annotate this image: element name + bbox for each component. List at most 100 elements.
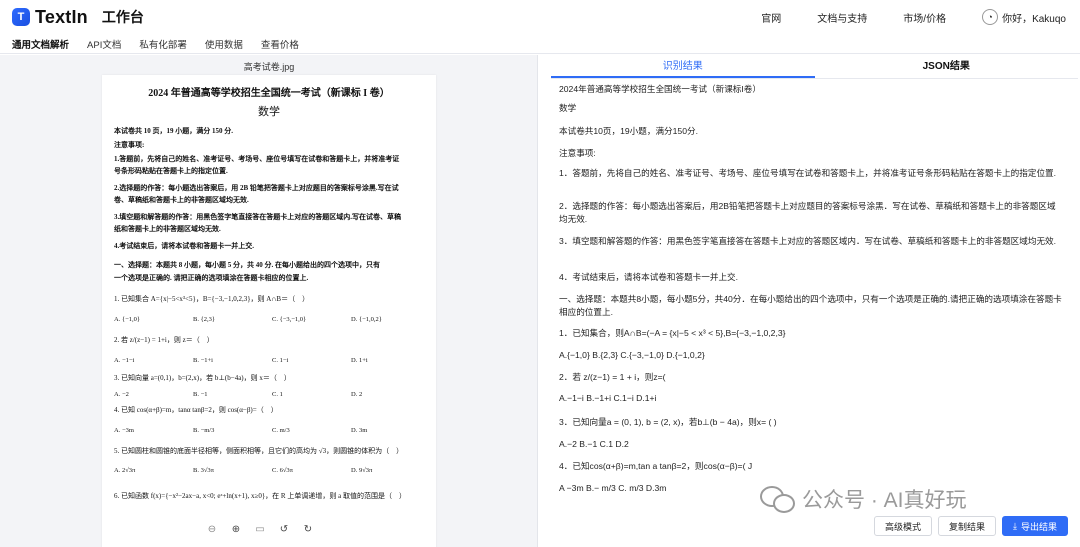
result-line: 3．已知向量a = (0, 1), b = (2, x)，若b⊥(b − 4a)… bbox=[559, 417, 777, 427]
doc-option: A. −3m bbox=[114, 427, 134, 434]
result-line: 注意事项: bbox=[559, 148, 596, 158]
zoom-out-icon[interactable]: ⊖ bbox=[205, 522, 219, 536]
rotate-right-icon[interactable]: ↻ bbox=[301, 522, 315, 536]
doc-question: 4. 已知 cos(α+β)=m，tanα tanβ=2，则 cos(α−β)=… bbox=[114, 406, 278, 414]
doc-option: A. 2√3π bbox=[114, 467, 136, 474]
result-line: A.−1−i B.−1+i C.1−i D.1+i bbox=[559, 393, 657, 403]
doc-line: 注意事项: bbox=[114, 141, 145, 149]
doc-option: A. {−1,0} bbox=[114, 316, 140, 323]
export-result-button[interactable]: ⤓ 导出结果 bbox=[1002, 516, 1068, 536]
doc-line: 纸和答题卡上的非答题区域均无效. bbox=[114, 225, 221, 233]
doc-subject: 数学 bbox=[258, 106, 280, 118]
doc-option: D. 2 bbox=[351, 391, 363, 398]
fit-page-icon[interactable]: ▭ bbox=[253, 522, 267, 536]
result-line: 本试卷共10页，19小题，满分150分. bbox=[559, 126, 698, 136]
result-tabs: 识别结果 JSON结果 bbox=[551, 55, 1078, 79]
nav-market-pricing[interactable]: 市场/价格 bbox=[903, 10, 946, 25]
doc-options: A. {−1,0} B. {2,3} C. {−3,−1,0} D. {−1,0… bbox=[114, 316, 432, 323]
doc-option: A. −1−i bbox=[114, 357, 135, 364]
export-result-label: 导出结果 bbox=[1020, 521, 1057, 532]
document-page: 2024 年普通高等学校招生全国统一考试（新课标 I 卷） 数学 本试卷共 10… bbox=[102, 75, 436, 547]
doc-line: 卷、草稿纸和答题卡上的非答题区域均无效. bbox=[114, 196, 249, 204]
doc-question: 6. 已知函数 f(x)={−x²−2ax−a, x<0; eˣ+ln(x+1)… bbox=[114, 492, 406, 500]
download-icon: ⤓ bbox=[1013, 520, 1017, 531]
doc-option: D. 9√3π bbox=[351, 467, 373, 474]
doc-option: D. 3m bbox=[351, 427, 368, 434]
doc-option: C. 6√3π bbox=[272, 467, 293, 474]
doc-option: B. −1+i bbox=[193, 357, 213, 364]
result-line: A.{−1,0} B.{2,3} C.{−3,−1,0} D.{−1,0,2} bbox=[559, 350, 705, 360]
doc-line: 一个选项是正确的. 请把正确的选项填涂在答题卡相应的位置上. bbox=[114, 274, 309, 282]
nav-official-site[interactable]: 官网 bbox=[761, 10, 781, 25]
doc-options: A. −2 B. −1 C. 1 D. 2 bbox=[114, 391, 432, 398]
avatar: ◔ bbox=[982, 9, 999, 25]
logo-text: TextIn bbox=[35, 6, 88, 27]
nav-docs-support[interactable]: 文档与支持 bbox=[817, 10, 867, 25]
subnav-private-deploy[interactable]: 私有化部署 bbox=[139, 37, 187, 51]
doc-option: B. 3√3π bbox=[193, 467, 214, 474]
doc-question: 2. 若 z/(z−1) = 1+i，则 z＝（ ） bbox=[114, 336, 214, 344]
watermark: 公众号 · AI真好玩 bbox=[760, 484, 967, 514]
doc-option: D. {−1,0,2} bbox=[351, 316, 382, 323]
result-line: 4．已知cos(α+β)=m,tan a tanβ=2，则cos(α−β)=( … bbox=[559, 461, 753, 471]
doc-question: 3. 已知向量 a=(0,1)，b=(2,x)，若 b⊥(b−4a)，则 x＝（… bbox=[114, 374, 291, 382]
doc-option: D. 1+i bbox=[351, 357, 368, 364]
user-greeting: 你好，Kakuqo bbox=[1002, 13, 1066, 25]
result-line: 3．填空题和解答题的作答：用黑色签字笔直接答在答题卡上对应的答题区域内．写在试卷… bbox=[559, 236, 1057, 246]
advanced-mode-button[interactable]: 高级模式 bbox=[873, 516, 932, 536]
result-line: 2024年普通高等学校招生全国统一考试（新课标I卷） bbox=[559, 84, 761, 94]
rotate-left-icon[interactable]: ↺ bbox=[277, 522, 291, 536]
doc-option: C. m/3 bbox=[272, 427, 290, 434]
doc-line: 本试卷共 10 页，19 小题，满分 150 分. bbox=[114, 127, 233, 135]
file-name: 高考试卷.jpg bbox=[243, 62, 295, 72]
doc-title: 2024 年普通高等学校招生全国统一考试（新课标 I 卷） bbox=[148, 88, 390, 99]
action-bar: 高级模式 复制结果 ⤓ 导出结果 bbox=[868, 516, 1068, 536]
result-line: 1．答题前，先将自己的姓名、准考证号、考场号、座位号填写在试卷和答题卡上，并将准… bbox=[559, 168, 1057, 178]
result-panel: 识别结果 JSON结果 2024年普通高等学校招生全国统一考试（新课标I卷） 数… bbox=[539, 55, 1080, 547]
result-line: 2．选择题的作答：每小题选出答案后，用2B铅笔把答题卡上对应题目的答案标号涂黑．… bbox=[559, 201, 1056, 224]
result-line: 4．考试结束后，请将本试卷和答题卡一并上交. bbox=[559, 272, 739, 282]
result-line: 1．已知集合，则A∩B=(−A = {x|−5 < x³ < 5},B={−3,… bbox=[559, 328, 786, 338]
doc-options: A. 2√3π B. 3√3π C. 6√3π D. 9√3π bbox=[114, 467, 432, 474]
doc-option: B. {2,3} bbox=[193, 316, 215, 323]
doc-option: B. −1 bbox=[193, 391, 208, 398]
watermark-text: 公众号 · AI真好玩 bbox=[802, 489, 967, 512]
doc-line: 3.填空题和解答题的作答：用黑色签字笔直接答在答题卡上对应的答题区域内.写在试卷… bbox=[114, 213, 401, 221]
user-menu[interactable]: ◔ 你好，Kakuqo bbox=[982, 9, 1066, 25]
doc-option: C. 1 bbox=[272, 391, 283, 398]
zoom-toolbar: ⊖ ⊕ ▭ ↺ ↻ bbox=[205, 522, 325, 536]
doc-option: C. 1−i bbox=[272, 357, 289, 364]
doc-line: 一、选择题：本题共 8 小题，每小题 5 分，共 40 分. 在每小题给出的四个… bbox=[114, 261, 380, 269]
result-line: 一、选择题：本题共8小题，每小题5分，共40分．在每小题给出的四个选项中，只有一… bbox=[559, 294, 1062, 317]
doc-question: 5. 已知圆柱和圆锥的底面半径相等，侧面积相等，且它们的高均为 √3，则圆锥的体… bbox=[114, 447, 404, 455]
doc-question: 1. 已知集合 A={x|−5<x³<5}，B={−3,−1,0,2,3}，则 … bbox=[114, 295, 310, 303]
subnav-usage-data[interactable]: 使用数据 bbox=[205, 37, 243, 51]
logo[interactable]: T TextIn bbox=[12, 7, 88, 28]
subnav-general-parsing[interactable]: 通用文档解析 bbox=[12, 37, 69, 51]
document-preview-panel: 高考试卷.jpg 2024 年普通高等学校招生全国统一考试（新课标 I 卷） 数… bbox=[0, 55, 538, 547]
result-line: 2．若 z/(z−1) = 1 + i，则z=( bbox=[559, 372, 666, 382]
sub-nav: 通用文档解析 API文档 私有化部署 使用数据 查看价格 bbox=[0, 34, 1080, 54]
top-bar: T TextIn 工作台 官网 文档与支持 市场/价格 ◔ 你好，Kakuqo bbox=[0, 0, 1080, 34]
result-line: A.−2 B.−1 C.1 D.2 bbox=[559, 439, 629, 449]
subnav-api-docs[interactable]: API文档 bbox=[87, 37, 121, 51]
doc-options: A. −1−i B. −1+i C. 1−i D. 1+i bbox=[114, 357, 432, 364]
workspace-title[interactable]: 工作台 bbox=[102, 7, 144, 27]
zoom-in-icon[interactable]: ⊕ bbox=[229, 522, 243, 536]
result-line: 数学 bbox=[559, 103, 577, 113]
copy-result-button[interactable]: 复制结果 bbox=[937, 516, 996, 536]
subnav-view-pricing[interactable]: 查看价格 bbox=[261, 37, 299, 51]
doc-line: 1.答题前，先将自己的姓名、准考证号、考场号、座位号填写在试卷和答题卡上，并将准… bbox=[114, 155, 400, 163]
wechat-icon bbox=[760, 486, 795, 513]
doc-line: 4.考试结束后，请将本试卷和答题卡一并上交. bbox=[114, 242, 254, 250]
logo-mark-icon: T bbox=[12, 8, 30, 26]
doc-option: B. −m/3 bbox=[193, 427, 215, 434]
doc-line: 号条形码粘贴在答题卡上的指定位置. bbox=[114, 167, 228, 175]
tab-json-result[interactable]: JSON结果 bbox=[815, 55, 1079, 78]
doc-line: 2.选择题的作答：每小题选出答案后，用 2B 铅笔把答题卡上对应题目的答案标号涂… bbox=[114, 184, 399, 192]
doc-option: C. {−3,−1,0} bbox=[272, 316, 307, 323]
doc-option: A. −2 bbox=[114, 391, 129, 398]
top-nav: 官网 文档与支持 市场/价格 ◔ 你好，Kakuqo bbox=[761, 0, 1080, 34]
doc-options: A. −3m B. −m/3 C. m/3 D. 3m bbox=[114, 427, 432, 434]
tab-recognition-result[interactable]: 识别结果 bbox=[551, 55, 815, 78]
